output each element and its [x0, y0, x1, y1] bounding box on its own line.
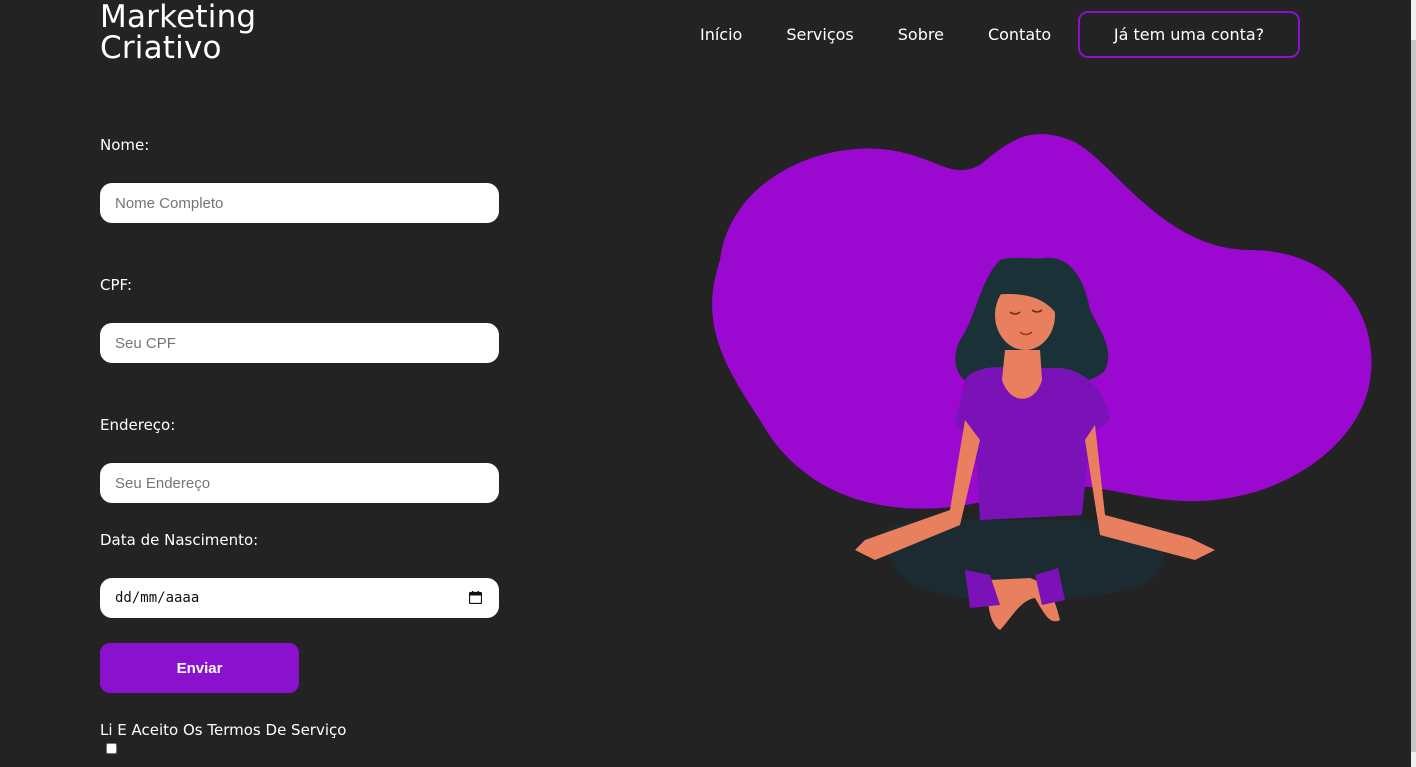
brand-line-2: Criativo	[100, 30, 222, 66]
cpf-label: CPF:	[100, 276, 133, 294]
main-nav: Início Serviços Sobre Contato Já tem uma…	[700, 11, 1300, 58]
name-input[interactable]	[100, 183, 499, 223]
nav-item-contato[interactable]: Contato	[988, 25, 1051, 44]
nav-item-inicio[interactable]: Início	[700, 25, 742, 44]
cpf-input[interactable]	[100, 323, 499, 363]
brand-logo[interactable]: Marketing Criativo	[100, 2, 256, 64]
account-button[interactable]: Já tem uma conta?	[1078, 11, 1300, 58]
terms-checkbox[interactable]	[106, 743, 117, 754]
birthdate-input[interactable]: dd/mm/aaaa	[100, 578, 499, 618]
meditation-illustration	[712, 134, 1372, 630]
name-label: Nome:	[100, 136, 150, 154]
calendar-icon[interactable]	[469, 591, 482, 604]
nav-item-servicos[interactable]: Serviços	[786, 25, 853, 44]
nav-item-sobre[interactable]: Sobre	[898, 25, 944, 44]
address-input[interactable]	[100, 463, 499, 503]
submit-button[interactable]: Enviar	[100, 643, 299, 693]
brand-line-1: Marketing	[100, 0, 257, 35]
birthdate-label: Data de Nascimento:	[100, 531, 259, 549]
scrollbar-thumb[interactable]	[1411, 40, 1416, 752]
scrollbar[interactable]	[1411, 0, 1416, 767]
terms-label: Li E Aceito Os Termos De Serviço	[100, 721, 347, 739]
birthdate-value: dd/mm/aaaa	[115, 590, 200, 606]
address-label: Endereço:	[100, 416, 176, 434]
